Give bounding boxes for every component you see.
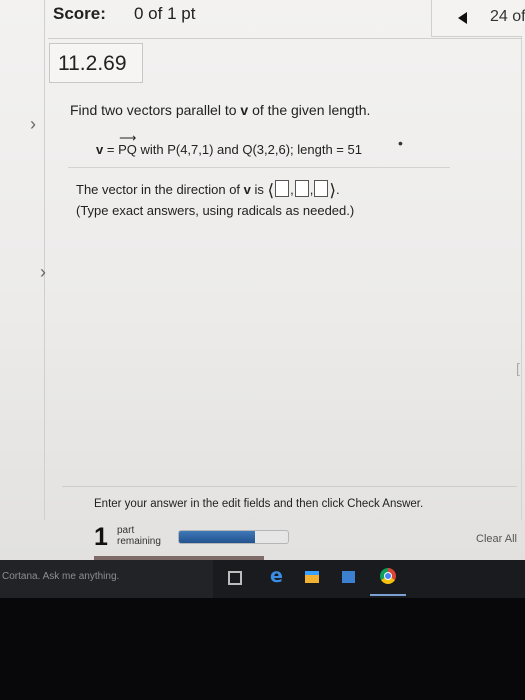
- vector-arrow-icon: ⟶: [119, 131, 136, 145]
- question-counter: 24 of: [490, 8, 525, 25]
- header-divider: [48, 38, 521, 39]
- progress-bar-fill: [179, 531, 256, 543]
- question-navigator: 24 of: [431, 0, 525, 37]
- previous-question-icon[interactable]: [458, 12, 467, 24]
- open-bracket: ⟨: [267, 181, 275, 200]
- active-app-indicator: [370, 594, 406, 596]
- file-explorer-icon[interactable]: [305, 571, 319, 583]
- edge-icon[interactable]: e: [270, 565, 283, 587]
- windows-taskbar: Cortana. Ask me anything. e: [0, 560, 525, 598]
- parts-remaining-count: 1: [94, 523, 108, 551]
- store-icon[interactable]: [342, 571, 355, 583]
- score-label: Score:: [53, 4, 106, 23]
- clear-all-button[interactable]: Clear All: [476, 533, 517, 545]
- browser-page: Score: 0 of 1 pt 24 of 11.2.69 › › Find …: [0, 0, 525, 560]
- given-rest: with P(4,7,1) and Q(3,2,6); length = 51: [136, 142, 362, 157]
- question-id: 11.2.69: [58, 52, 127, 75]
- expand-chevron-icon[interactable]: ›: [30, 114, 36, 135]
- task-view-icon[interactable]: [228, 571, 242, 585]
- right-edge-line: [521, 0, 522, 520]
- answer-sep-2: ,: [309, 182, 314, 197]
- answer-divider: [68, 167, 450, 168]
- dot-mark: •: [398, 135, 403, 151]
- question-prompt: Find two vectors parallel to v of the gi…: [70, 102, 370, 118]
- answer-hint: (Type exact answers, using radicals as n…: [76, 203, 355, 218]
- parts-word: part: [117, 525, 135, 536]
- answer-field-z[interactable]: [314, 180, 329, 197]
- progress-bar: [178, 530, 289, 544]
- chrome-center: [385, 573, 391, 579]
- answer-line: The vector in the direction of v is ⟨,, ⟩…: [76, 180, 340, 201]
- chrome-icon[interactable]: [380, 568, 396, 584]
- answer-field-y[interactable]: [294, 180, 309, 197]
- question-id-box: 11.2.69: [49, 43, 143, 83]
- answer-sep-1: ,: [290, 182, 294, 197]
- vector-pq: ⟶ PQ: [118, 132, 137, 157]
- left-margin-line: [44, 0, 45, 520]
- prompt-text-2: of the given length.: [248, 102, 371, 118]
- score-value: 0 of 1 pt: [134, 4, 196, 23]
- cortana-search-text: Cortana. Ask me anything.: [2, 571, 120, 582]
- answer-field-x[interactable]: [275, 180, 290, 197]
- footer-divider: [62, 486, 517, 487]
- answer-text-2: is: [250, 182, 268, 197]
- answer-period: .: [336, 182, 340, 197]
- given-equals: =: [103, 142, 119, 157]
- cortana-search-box[interactable]: Cortana. Ask me anything.: [0, 560, 213, 598]
- dark-bezel-area: [0, 598, 525, 700]
- answer-vector-v: v: [243, 182, 251, 197]
- prompt-text-1: Find two vectors parallel to: [70, 102, 241, 118]
- given-info: v = ⟶ PQ with P(4,7,1) and Q(3,2,6); leng…: [96, 132, 362, 157]
- answer-text-1: The vector in the direction of: [76, 182, 244, 197]
- right-edge-mark: [: [516, 360, 520, 376]
- expand-chevron-icon-2[interactable]: ›: [40, 262, 46, 283]
- remaining-word: remaining: [117, 536, 161, 547]
- instructions-text: Enter your answer in the edit fields and…: [94, 498, 424, 510]
